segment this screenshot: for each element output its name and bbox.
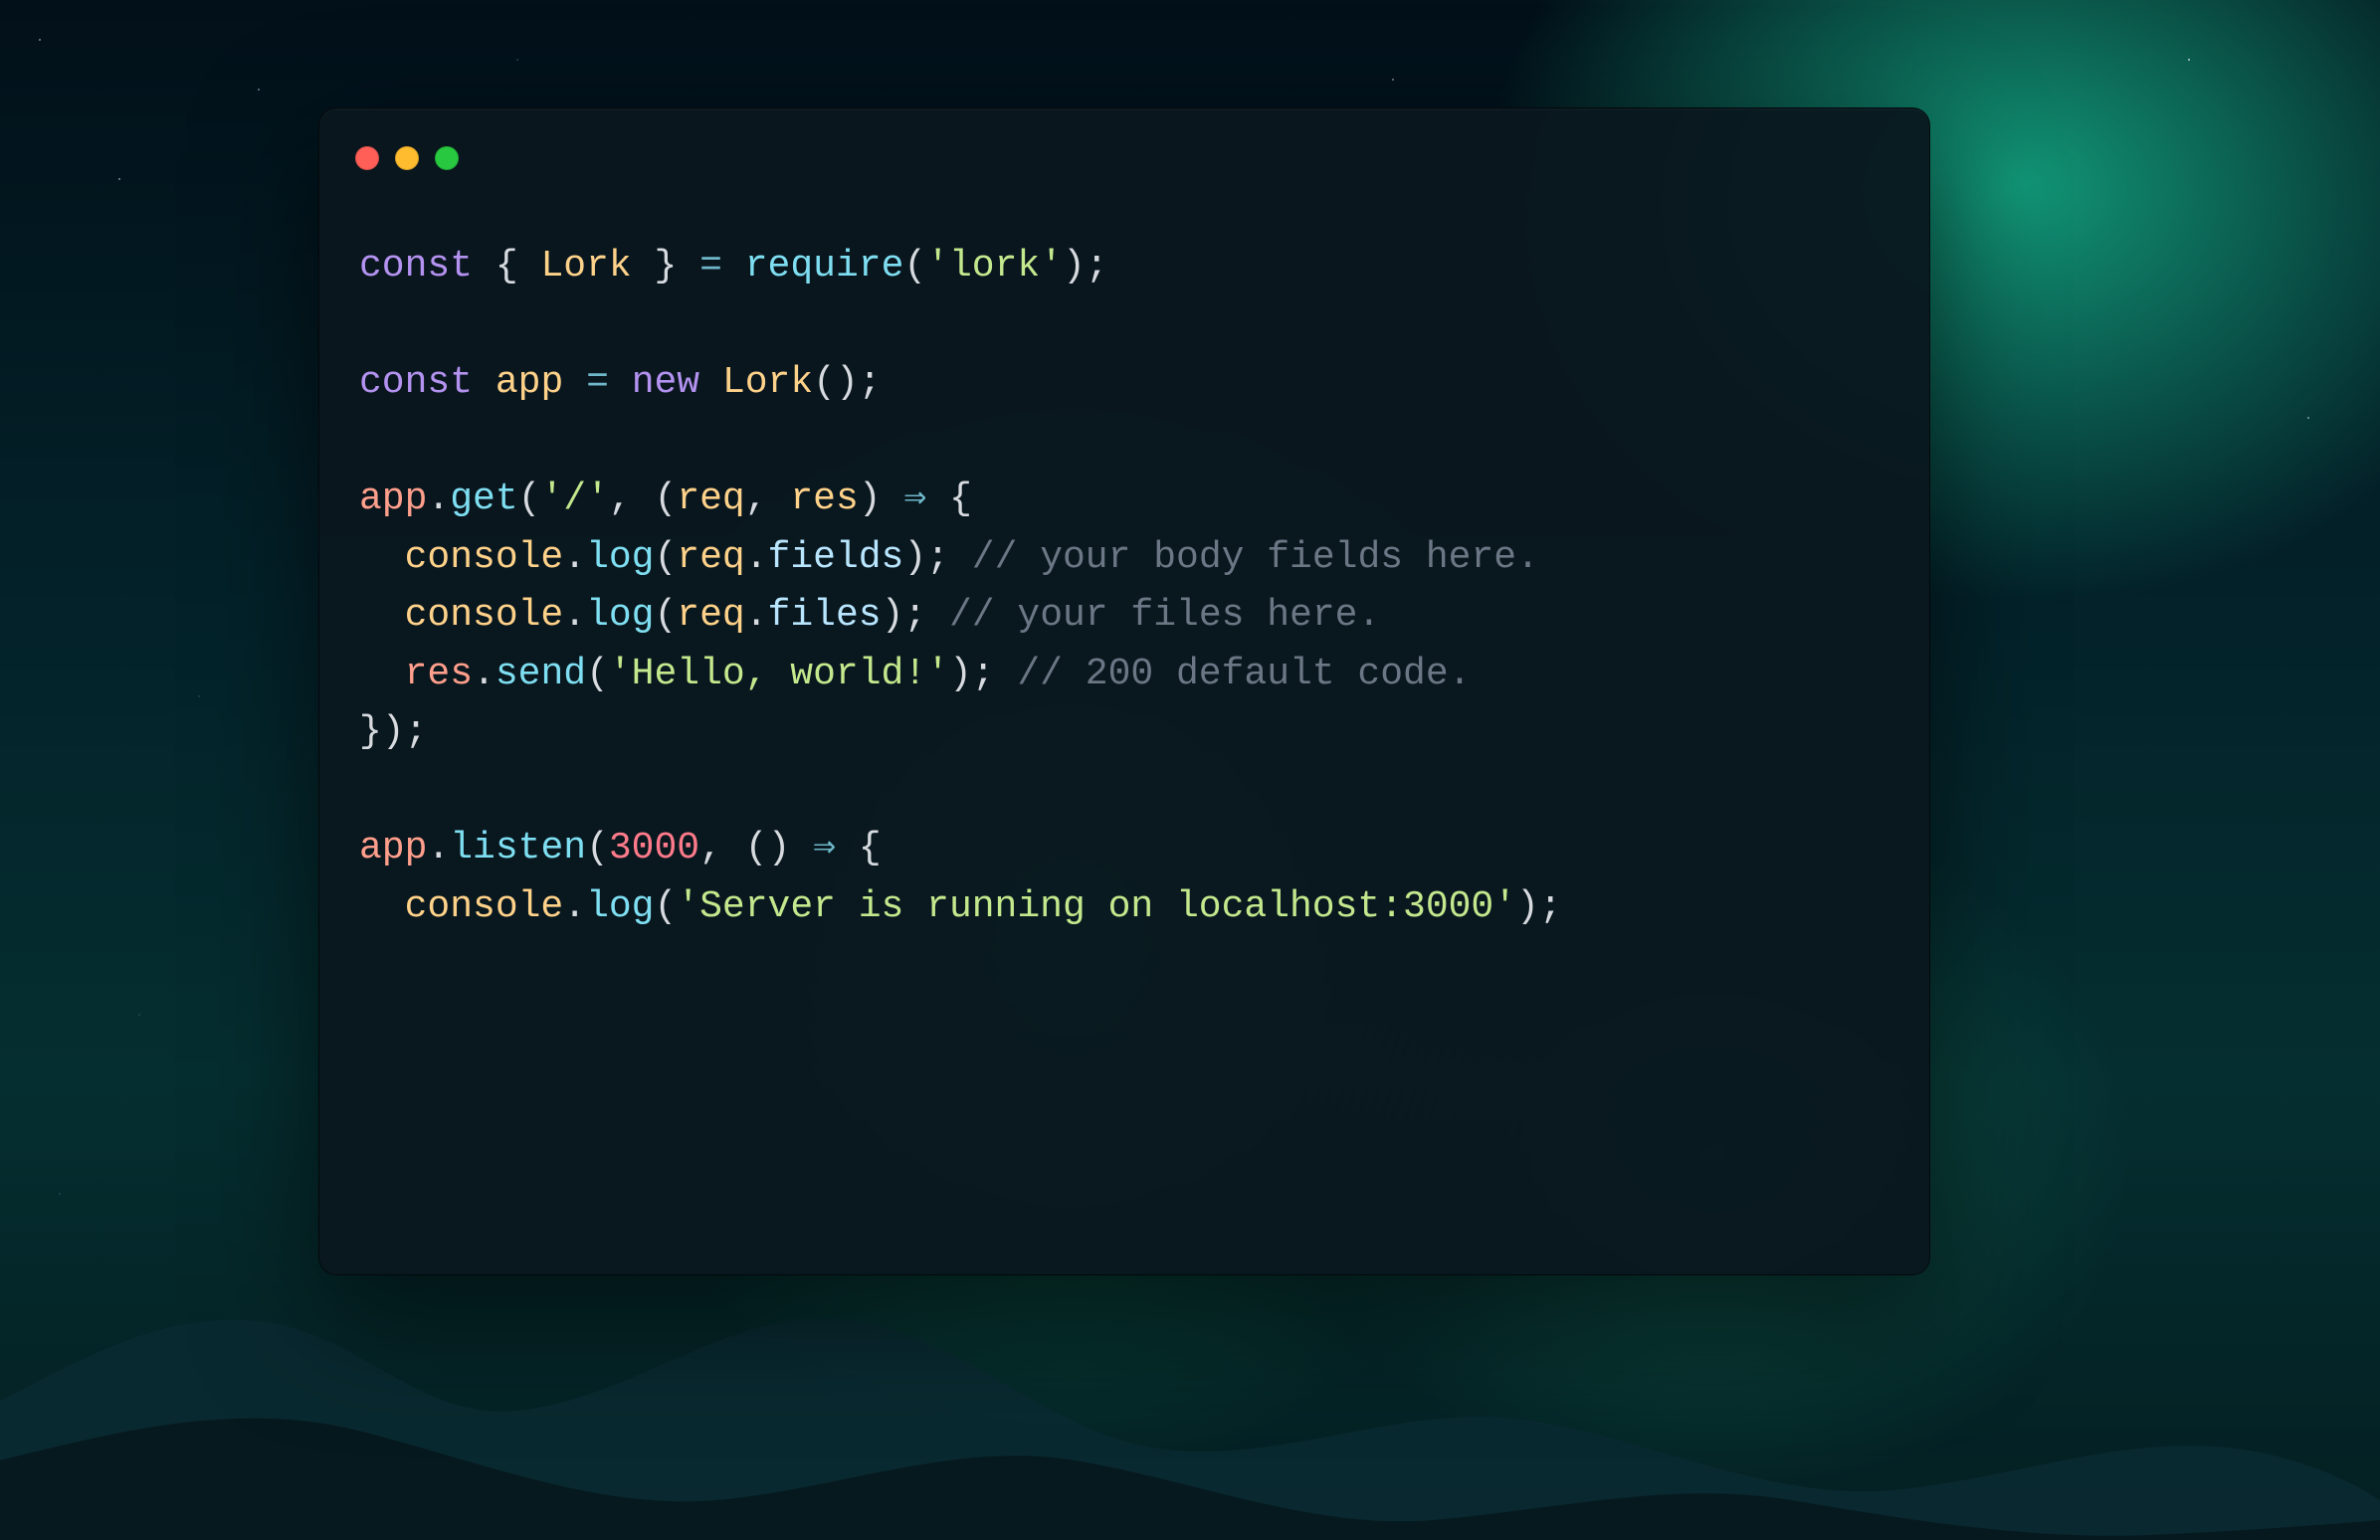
identifier-console: console	[405, 885, 564, 928]
string-lork: 'lork'	[926, 245, 1063, 288]
operator-arrow: ⇒	[903, 478, 926, 520]
indent	[359, 885, 405, 928]
string-running: 'Server is running on localhost:3000'	[677, 885, 1516, 928]
number-3000: 3000	[609, 827, 699, 869]
identifier-req: req	[677, 594, 744, 637]
object-app: app	[359, 827, 427, 869]
paren-open: (	[655, 478, 678, 520]
dot: .	[427, 827, 450, 869]
object-res: res	[405, 653, 473, 695]
parens-semi: ();	[813, 361, 881, 404]
fn-log: log	[586, 885, 654, 928]
identifier-lork: Lork	[722, 361, 813, 404]
dot: .	[427, 478, 450, 520]
paren-close-semi: );	[882, 594, 927, 637]
paren-close-semi: );	[1063, 245, 1108, 288]
fn-log: log	[586, 594, 654, 637]
paren-close: )	[859, 478, 882, 520]
keyword-const: const	[359, 361, 473, 404]
paren-open: (	[654, 594, 677, 637]
comment: // your body fields here.	[972, 536, 1539, 579]
dot: .	[473, 653, 496, 695]
brace-open: {	[949, 478, 972, 520]
string-hello: 'Hello, world!'	[609, 653, 949, 695]
brace-open: {	[859, 827, 882, 869]
fn-listen: listen	[450, 827, 586, 869]
code-line: });	[359, 710, 427, 753]
comma: ,	[609, 478, 632, 520]
dot: .	[745, 536, 768, 579]
brace-open: {	[496, 245, 518, 288]
window-zoom-icon[interactable]	[435, 146, 459, 170]
paren-open: (	[586, 827, 609, 869]
window-titlebar	[319, 108, 1929, 178]
paren-open: (	[903, 245, 926, 288]
paren-close-semi: );	[1516, 885, 1562, 928]
comment: // your files here.	[949, 594, 1380, 637]
fn-get: get	[450, 478, 517, 520]
identifier-req: req	[677, 478, 744, 520]
code-line: const app = new Lork();	[359, 361, 882, 404]
string-slash: '/'	[540, 478, 608, 520]
dot: .	[745, 594, 768, 637]
paren-open: (	[518, 478, 541, 520]
code-line: const { Lork } = require('lork');	[359, 245, 1108, 288]
code-line: res.send('Hello, world!'); // 200 defaul…	[359, 653, 1471, 695]
code-line: console.log('Server is running on localh…	[359, 885, 1562, 928]
dot: .	[563, 536, 586, 579]
comma: ,	[745, 478, 768, 520]
keyword-const: const	[359, 245, 473, 288]
code-window: const { Lork } = require('lork'); const …	[318, 107, 1930, 1275]
dot: .	[563, 885, 586, 928]
fn-log: log	[586, 536, 654, 579]
indent	[359, 594, 405, 637]
paren-close-semi: );	[903, 536, 949, 579]
paren-open: (	[654, 536, 677, 579]
paren-open: (	[586, 653, 609, 695]
paren-close-semi: );	[949, 653, 995, 695]
object-app: app	[359, 478, 427, 520]
identifier-req: req	[677, 536, 744, 579]
code-line: app.get('/', (req, res) ⇒ {	[359, 478, 972, 520]
indent	[359, 536, 405, 579]
fn-send: send	[496, 653, 586, 695]
keyword-new: new	[632, 361, 699, 404]
property-fields: fields	[768, 536, 904, 579]
brace-close: }	[655, 245, 678, 288]
identifier-console: console	[405, 536, 564, 579]
code-line: console.log(req.fields); // your body fi…	[359, 536, 1539, 579]
operator-arrow: ⇒	[813, 827, 836, 869]
window-minimize-icon[interactable]	[395, 146, 419, 170]
operator-eq: =	[699, 245, 722, 288]
comment: // 200 default code.	[1017, 653, 1471, 695]
identifier-console: console	[405, 594, 564, 637]
identifier-lork: Lork	[540, 245, 631, 288]
dot: .	[563, 594, 586, 637]
paren-open: (	[654, 885, 677, 928]
code-editor-content[interactable]: const { Lork } = require('lork'); const …	[319, 178, 1929, 976]
property-files: files	[768, 594, 882, 637]
parens-unit: ()	[745, 827, 791, 869]
operator-eq: =	[586, 361, 609, 404]
code-line: console.log(req.files); // your files he…	[359, 594, 1380, 637]
window-close-icon[interactable]	[355, 146, 379, 170]
fn-require: require	[745, 245, 904, 288]
indent	[359, 653, 405, 695]
identifier-res: res	[790, 478, 858, 520]
identifier-app: app	[496, 361, 563, 404]
comma: ,	[699, 827, 722, 869]
code-line: app.listen(3000, () ⇒ {	[359, 827, 882, 869]
block-close: });	[359, 710, 427, 753]
